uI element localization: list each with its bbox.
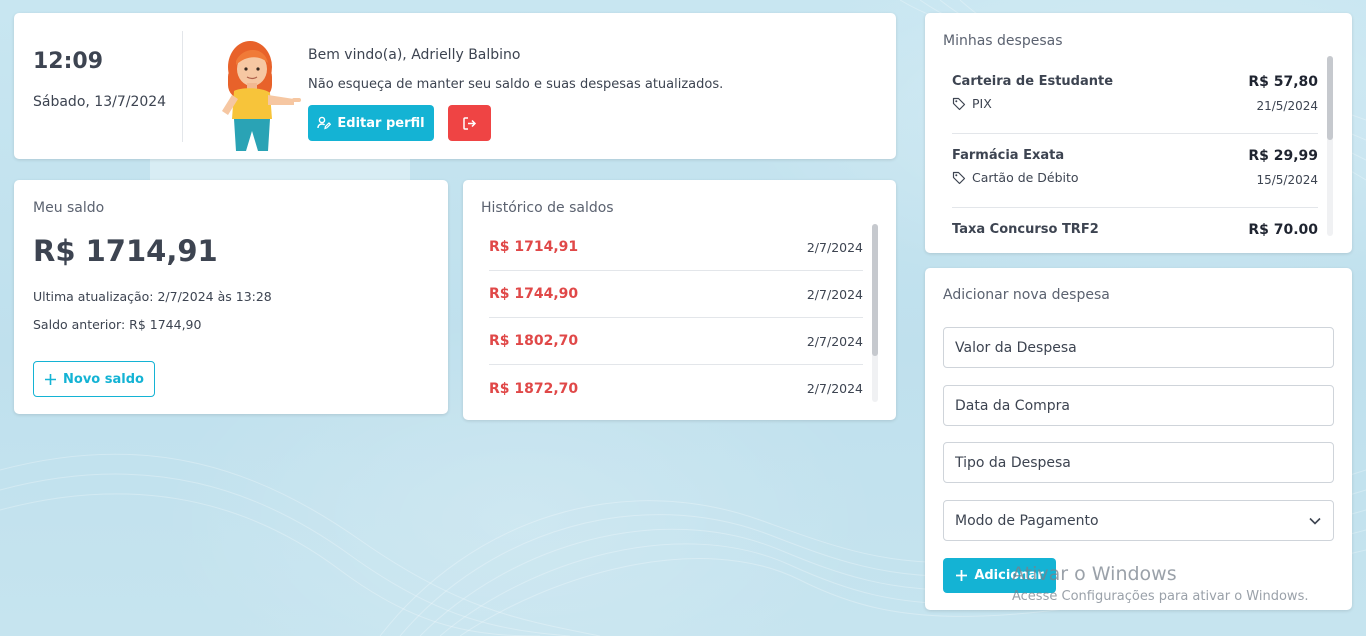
expenses-title: Minhas despesas	[943, 33, 1063, 49]
history-value: R$ 1872,70	[489, 380, 579, 397]
expense-name: Taxa Concurso TRF2	[952, 222, 1099, 237]
history-value: R$ 1714,91	[489, 239, 579, 255]
expense-tag: Cartão de Débito	[952, 170, 1079, 185]
divider	[182, 31, 183, 142]
new-balance-button[interactable]: Novo saldo	[33, 361, 155, 397]
expense-item[interactable]: Farmácia Exata Cartão de Débito R$ 29,99…	[952, 134, 1318, 208]
history-date: 2/7/2024	[806, 239, 863, 255]
expense-tag: PIX	[952, 96, 992, 111]
clock-date: Sábado, 13/7/2024	[33, 94, 167, 110]
reminder-text: Não esqueça de manter seu saldo e suas d…	[308, 77, 724, 92]
history-list: R$ 1714,91 2/7/2024 R$ 1744,90 2/7/2024 …	[489, 224, 863, 412]
expense-date: 15/5/2024	[1256, 173, 1318, 187]
balance-previous: Saldo anterior: R$ 1744,90	[33, 317, 202, 332]
user-edit-icon	[317, 116, 332, 130]
add-expense-title: Adicionar nova despesa	[943, 287, 1110, 303]
expense-value-field[interactable]	[943, 327, 1334, 368]
add-expense-card: Adicionar nova despesa Modo de Pagamento…	[925, 268, 1352, 610]
add-expense-label: Adicionar	[974, 568, 1044, 583]
new-balance-label: Novo saldo	[63, 371, 144, 387]
edit-profile-label: Editar perfil	[337, 115, 425, 131]
expense-tag-label: Cartão de Débito	[972, 170, 1079, 185]
history-value: R$ 1802,70	[489, 333, 579, 349]
history-date: 2/7/2024	[806, 286, 863, 302]
chevron-down-icon	[1309, 517, 1321, 525]
expense-amount: R$ 70.00	[1248, 222, 1318, 238]
expense-name: Farmácia Exata	[952, 148, 1065, 163]
history-row: R$ 1744,90 2/7/2024	[489, 271, 863, 318]
expenses-card: Minhas despesas Carteira de Estudante PI…	[925, 13, 1352, 253]
history-scrollbar[interactable]	[872, 224, 878, 402]
logout-icon	[463, 116, 477, 130]
expenses-list: Carteira de Estudante PIX R$ 57,80 21/5/…	[952, 60, 1318, 238]
balance-value: R$ 1714,91	[33, 234, 218, 268]
purchase-date-field[interactable]	[943, 385, 1334, 426]
avatar	[222, 41, 301, 151]
expense-item[interactable]: Carteira de Estudante PIX R$ 57,80 21/5/…	[952, 60, 1318, 134]
tag-icon	[952, 97, 966, 110]
expense-type-field[interactable]	[943, 442, 1334, 483]
history-row: R$ 1714,91 2/7/2024	[489, 224, 863, 271]
add-expense-button[interactable]: Adicionar	[943, 558, 1056, 593]
logout-button[interactable]	[448, 105, 491, 141]
welcome-card: 12:09 Sábado, 13/7/2024 Bem vindo(a), Ad…	[14, 13, 896, 159]
expense-value-input[interactable]	[955, 339, 1322, 356]
purchase-date-input[interactable]	[955, 397, 1322, 414]
payment-mode-select[interactable]: Modo de Pagamento	[943, 500, 1334, 541]
history-row: R$ 1872,70 2/7/2024	[489, 365, 863, 412]
history-date: 2/7/2024	[806, 381, 863, 396]
history-title: Histórico de saldos	[481, 200, 614, 216]
edit-profile-button[interactable]: Editar perfil	[308, 105, 434, 141]
expense-tag-label: PIX	[972, 96, 992, 111]
expenses-scrollbar-thumb[interactable]	[1327, 56, 1333, 140]
tag-icon	[952, 171, 966, 184]
plus-icon	[45, 373, 57, 385]
history-date: 2/7/2024	[806, 333, 863, 349]
history-scrollbar-thumb[interactable]	[872, 224, 878, 356]
expense-name: Carteira de Estudante	[952, 74, 1114, 89]
expense-item[interactable]: Taxa Concurso TRF2 R$ 70.00	[952, 208, 1318, 238]
history-row: R$ 1802,70 2/7/2024	[489, 318, 863, 365]
expense-amount: R$ 29,99	[1248, 148, 1318, 164]
expense-amount: R$ 57,80	[1248, 74, 1318, 90]
balance-title: Meu saldo	[33, 200, 105, 216]
balance-last-update: Ultima atualização: 2/7/2024 às 13:28	[33, 289, 272, 304]
greeting: Bem vindo(a), Adrielly Balbino	[308, 47, 521, 63]
balance-history-card: Histórico de saldos R$ 1714,91 2/7/2024 …	[463, 180, 896, 420]
expense-type-input[interactable]	[955, 454, 1322, 471]
history-value: R$ 1744,90	[489, 286, 579, 302]
payment-mode-label: Modo de Pagamento	[955, 512, 1099, 529]
clock-time: 12:09	[33, 49, 104, 74]
plus-icon	[956, 570, 968, 581]
expense-date: 21/5/2024	[1256, 99, 1318, 113]
balance-card: Meu saldo R$ 1714,91 Ultima atualização:…	[14, 180, 448, 414]
expenses-scrollbar[interactable]	[1327, 56, 1333, 236]
